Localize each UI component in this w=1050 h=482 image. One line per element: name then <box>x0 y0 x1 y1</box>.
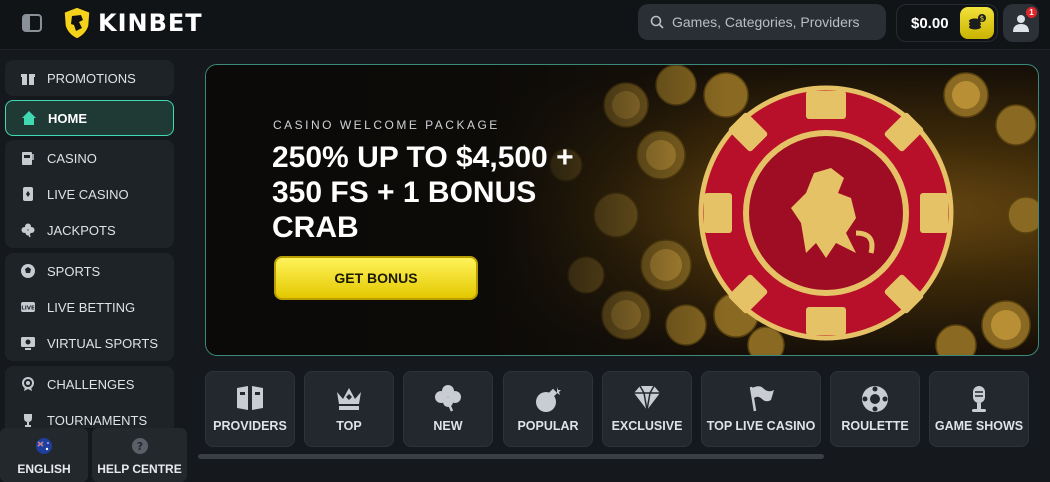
sidebar-item-jackpots[interactable]: JACKPOTS <box>5 212 174 248</box>
balance-amount: $0.00 <box>911 14 949 32</box>
soccer-ball-icon <box>19 262 37 280</box>
help-centre-label: HELP CENTRE <box>97 462 182 476</box>
sidebar-item-virtual-sports[interactable]: VIRTUAL SPORTS <box>5 325 174 361</box>
category-label: NEW <box>433 419 463 433</box>
sidebar-item-live-betting[interactable]: LIVE LIVE BETTING <box>5 289 174 325</box>
microphone-icon <box>964 384 994 417</box>
brand-name: KINBET <box>98 9 203 37</box>
category-tile-roulette[interactable]: ROULETTE <box>830 371 920 447</box>
category-scrollbar[interactable] <box>198 454 824 459</box>
trophy-icon <box>19 411 37 429</box>
wallet-widget[interactable]: $0.00 $ <box>896 4 998 42</box>
category-tile-exclusive[interactable]: EXCLUSIVE <box>602 371 692 447</box>
sidebar-group-promotions: PROMOTIONS <box>5 60 174 96</box>
lion-shield-icon <box>63 6 91 40</box>
sidebar-item-label: SPORTS <box>47 263 101 279</box>
category-tile-game-shows[interactable]: GAME SHOWS <box>929 371 1029 447</box>
sidebar-item-casino[interactable]: CASINO <box>5 140 174 176</box>
clover-icon <box>433 384 463 415</box>
card-icon <box>19 185 37 203</box>
category-label: PROVIDERS <box>213 419 287 433</box>
sidebar-item-label: TOURNAMENTS <box>47 412 148 428</box>
search-icon <box>650 15 664 29</box>
top-header: KINBET Games, Categories, Providers $0.0… <box>0 0 1050 50</box>
book-icon <box>235 384 265 415</box>
sidebar-item-label: VIRTUAL SPORTS <box>47 335 159 351</box>
sidebar-item-label: PROMOTIONS <box>47 70 136 86</box>
sidebar-bottom-bar: ENGLISH ? HELP CENTRE <box>0 428 190 482</box>
sidebar-group-casino: CASINO LIVE CASINO JACKPOTS <box>5 140 174 248</box>
language-button[interactable]: ENGLISH <box>0 428 88 482</box>
sidebar: PROMOTIONS HOME CASINO LIVE CASINO JACKP… <box>0 50 190 482</box>
user-profile-button[interactable]: 1 <box>1003 4 1039 42</box>
search-placeholder: Games, Categories, Providers <box>672 14 860 30</box>
sidebar-item-sports[interactable]: SPORTS <box>5 253 174 289</box>
category-label: EXCLUSIVE <box>611 419 683 433</box>
coins-icon: $ <box>969 14 986 30</box>
sidebar-item-label: CASINO <box>47 150 97 166</box>
help-centre-button[interactable]: ? HELP CENTRE <box>92 428 187 482</box>
category-label: TOP LIVE CASINO <box>706 419 816 433</box>
notification-badge: 1 <box>1026 7 1037 18</box>
category-tile-top[interactable]: TOP <box>304 371 394 447</box>
language-label: ENGLISH <box>17 462 71 476</box>
category-tiles: PROVIDERS TOP NEW POPULAR EXCLUSIVE TOP … <box>205 371 1040 447</box>
crown-icon <box>334 384 364 415</box>
promo-banner[interactable]: CASINO WELCOME PACKAGE 250% UP TO $4,500… <box>205 64 1039 356</box>
slot-machine-icon <box>19 149 37 167</box>
banner-headline: 250% UP TO $4,500 + 350 FS + 1 BONUS CRA… <box>272 141 574 244</box>
svg-text:LIVE: LIVE <box>21 306 35 312</box>
sidebar-item-home[interactable]: HOME <box>5 100 174 136</box>
svg-text:$: $ <box>980 15 984 23</box>
sidebar-item-label: LIVE CASINO <box>47 186 129 202</box>
home-icon <box>20 109 38 127</box>
sidebar-item-label: JACKPOTS <box>47 222 116 238</box>
sidebar-item-live-casino[interactable]: LIVE CASINO <box>5 176 174 212</box>
brand-logo[interactable]: KINBET <box>62 5 203 41</box>
sidebar-toggle-icon[interactable] <box>20 11 44 35</box>
sidebar-item-label: CHALLENGES <box>47 376 135 392</box>
category-tile-popular[interactable]: POPULAR <box>503 371 593 447</box>
get-bonus-button[interactable]: GET BONUS <box>274 256 478 300</box>
bomb-icon <box>533 384 563 417</box>
search-input[interactable]: Games, Categories, Providers <box>638 4 886 40</box>
roulette-icon <box>860 384 890 417</box>
challenge-icon <box>19 375 37 393</box>
help-icon: ? <box>131 437 149 458</box>
sidebar-item-label: HOME <box>48 110 87 126</box>
category-tile-new[interactable]: NEW <box>403 371 493 447</box>
sidebar-group-sports: SPORTS LIVE LIVE BETTING VIRTUAL SPORTS <box>5 253 174 361</box>
live-icon: LIVE <box>19 298 37 316</box>
category-label: GAME SHOWS <box>934 419 1024 433</box>
category-label: POPULAR <box>517 419 579 433</box>
clover-icon <box>19 221 37 239</box>
australia-flag-icon <box>35 437 53 458</box>
sidebar-item-challenges[interactable]: CHALLENGES <box>5 366 174 402</box>
category-label: TOP <box>336 419 362 433</box>
flag-icon <box>746 384 776 415</box>
gift-icon <box>19 69 37 87</box>
sidebar-item-promotions[interactable]: PROMOTIONS <box>5 60 174 96</box>
banner-kicker: CASINO WELCOME PACKAGE <box>273 118 500 132</box>
deposit-button[interactable]: $ <box>960 7 994 39</box>
category-tile-top-live-casino[interactable]: TOP LIVE CASINO <box>701 371 821 447</box>
casino-chip-icon <box>698 85 954 341</box>
svg-text:?: ? <box>136 440 142 453</box>
virtual-icon <box>19 334 37 352</box>
category-tile-providers[interactable]: PROVIDERS <box>205 371 295 447</box>
diamond-icon <box>632 384 662 415</box>
category-label: ROULETTE <box>841 419 909 433</box>
sidebar-item-label: LIVE BETTING <box>47 299 136 315</box>
